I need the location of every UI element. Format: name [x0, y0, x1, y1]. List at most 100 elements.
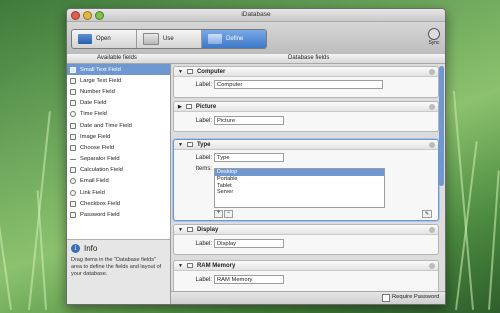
info-panel: i Info Drag items in the "Database field…	[67, 239, 170, 304]
disclosure-triangle-icon[interactable]: ▼	[178, 142, 183, 148]
card-title: Picture	[195, 103, 217, 110]
sync-icon	[428, 28, 440, 40]
calendar-icon	[70, 100, 76, 107]
field-label: Date Field	[80, 100, 107, 107]
field-item-number[interactable]: Number Field	[67, 86, 170, 97]
globe-icon	[70, 189, 76, 196]
list-item[interactable]: Desktop	[215, 169, 384, 176]
label-caption: Label:	[195, 277, 212, 283]
field-item-time[interactable]: Time Field	[67, 109, 170, 120]
add-item-button[interactable]: +	[214, 210, 223, 218]
require-password-checkbox[interactable]	[382, 294, 390, 302]
remove-field-button[interactable]	[429, 262, 435, 269]
app-window: iDatabase Open Use Define Sync Available…	[66, 8, 446, 305]
field-label: Separator Field	[80, 156, 120, 163]
window-title: iDatabase	[241, 11, 271, 18]
list-item[interactable]: Portable	[215, 176, 384, 183]
text-field-icon	[186, 227, 193, 232]
define-button[interactable]: Define	[202, 30, 266, 48]
field-card-computer[interactable]: ▼ Computer Label: Computer	[173, 66, 439, 98]
clock-icon	[70, 111, 76, 118]
at-sign-icon	[70, 178, 76, 185]
field-card-picture[interactable]: ▶ Picture Label: Picture	[173, 101, 439, 132]
label-input[interactable]: Computer	[214, 80, 383, 89]
field-label: Small Text Field	[80, 66, 121, 73]
vertical-scrollbar[interactable]	[439, 66, 444, 186]
disclosure-triangle-icon[interactable]: ▶	[178, 104, 182, 110]
disclosure-triangle-icon[interactable]: ▼	[178, 263, 183, 269]
field-item-password[interactable]: Password Field	[67, 209, 170, 220]
remove-field-button[interactable]	[429, 68, 435, 75]
date-time-icon	[70, 122, 76, 129]
field-label: Checkbox Field	[80, 200, 120, 207]
field-card-ram-memory[interactable]: ▼ RAM Memory Label: RAM Memory	[173, 260, 439, 292]
label-input[interactable]: Display	[214, 239, 284, 248]
list-item[interactable]: Server	[215, 189, 384, 196]
info-text: Drag items in the "Database fields" area…	[71, 257, 162, 277]
open-button[interactable]: Open	[72, 30, 137, 48]
disclosure-triangle-icon[interactable]: ▼	[178, 227, 183, 233]
field-label: Time Field	[80, 111, 107, 118]
large-text-icon	[70, 77, 76, 84]
field-label: Date and Time Field	[80, 122, 132, 129]
database-fields-header: Database fields	[288, 55, 330, 61]
field-item-image[interactable]: Image Field	[67, 131, 170, 142]
label-input[interactable]: Type	[214, 153, 284, 162]
field-item-small-text[interactable]: Small Text Field	[67, 64, 170, 76]
field-card-type[interactable]: ▼ Type Label: Type Items: Desktop Portabl…	[173, 139, 439, 221]
label-caption: Label:	[195, 118, 212, 124]
sync-button[interactable]: Sync	[427, 28, 441, 46]
remove-item-button[interactable]: −	[224, 210, 233, 218]
field-item-large-text[interactable]: Large Text Field	[67, 75, 170, 86]
number-icon	[70, 88, 76, 95]
field-item-link[interactable]: Link Field	[67, 187, 170, 198]
field-item-date[interactable]: Date Field	[67, 98, 170, 109]
available-fields-panel: Small Text Field Large Text Field Number…	[67, 64, 171, 304]
label-caption: Label:	[195, 241, 212, 247]
key-icon	[70, 212, 76, 219]
field-item-date-time[interactable]: Date and Time Field	[67, 120, 170, 131]
remove-field-button[interactable]	[429, 226, 435, 233]
field-label: Image Field	[80, 133, 111, 140]
calculator-icon	[70, 167, 76, 174]
field-label: Link Field	[80, 189, 105, 196]
remove-field-button[interactable]	[429, 141, 435, 148]
remove-field-button[interactable]	[429, 103, 435, 110]
field-item-choose[interactable]: Choose Field	[67, 142, 170, 153]
bottom-bar: Require Password	[171, 291, 445, 304]
open-label: Open	[96, 36, 111, 42]
field-item-calculation[interactable]: Calculation Field	[67, 165, 170, 176]
field-item-separator[interactable]: Separator Field	[67, 154, 170, 165]
card-title: Computer	[196, 68, 226, 75]
card-title: Display	[196, 226, 219, 233]
disclosure-triangle-icon[interactable]: ▼	[178, 69, 183, 75]
field-label: Email Field	[80, 178, 109, 185]
field-label: Password Field	[80, 212, 120, 219]
label-caption: Label:	[195, 155, 212, 161]
info-title: Info	[84, 244, 98, 253]
define-icon	[208, 34, 222, 44]
field-item-checkbox[interactable]: Checkbox Field	[67, 198, 170, 209]
field-label: Large Text Field	[80, 77, 122, 84]
checkbox-icon	[70, 200, 76, 207]
field-label: Number Field	[80, 88, 115, 95]
label-input[interactable]: Picture	[214, 116, 284, 125]
use-button[interactable]: Use	[137, 30, 202, 48]
toolbar: Open Use Define Sync	[67, 22, 445, 55]
separator-icon	[70, 158, 76, 160]
require-password-label: Require Password	[392, 294, 440, 300]
title-bar: iDatabase	[67, 9, 445, 22]
checklist-icon	[70, 144, 76, 151]
list-item[interactable]: Tablet	[215, 183, 384, 190]
items-caption: Items:	[195, 166, 212, 172]
card-title: Type	[196, 141, 211, 148]
checklist-icon	[186, 142, 193, 147]
field-item-email[interactable]: Email Field	[67, 176, 170, 187]
field-card-display[interactable]: ▼ Display Label: Display	[173, 224, 439, 255]
text-field-icon	[70, 66, 76, 73]
label-input[interactable]: RAM Memory	[214, 275, 284, 284]
items-list[interactable]: Desktop Portable Tablet Server	[214, 168, 385, 208]
edit-pencil-icon[interactable]: ✎	[422, 210, 432, 218]
field-label: Choose Field	[80, 144, 115, 151]
image-icon	[70, 133, 76, 140]
